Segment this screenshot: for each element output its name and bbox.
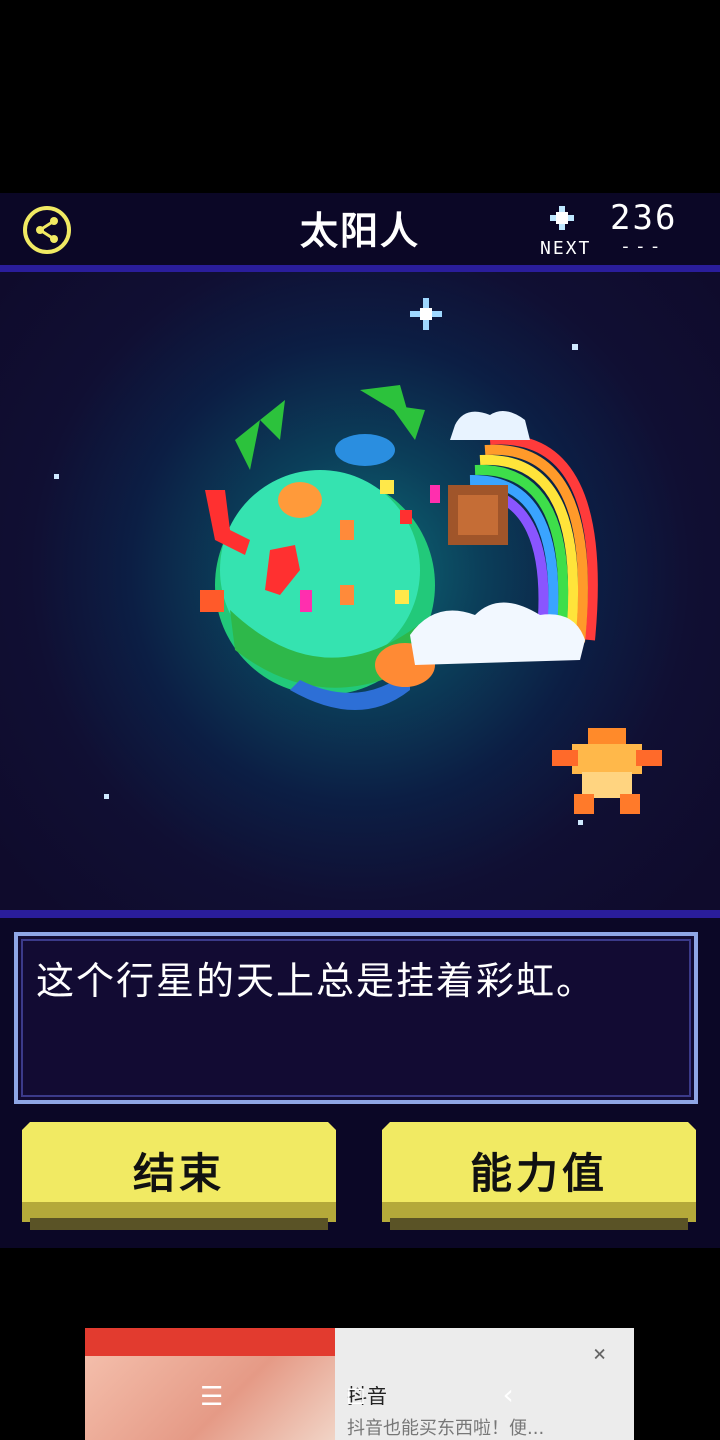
planet-illustration <box>200 385 598 710</box>
star-dot <box>572 344 578 350</box>
star-dot <box>578 820 583 825</box>
next-label: NEXT <box>540 238 592 259</box>
score-value: 236 <box>610 198 678 238</box>
ad-image-strip <box>85 1328 335 1356</box>
star-icon <box>548 204 576 232</box>
sun-person-character <box>552 728 662 814</box>
star-dot <box>54 474 59 479</box>
next-value: --- <box>620 236 665 257</box>
stats-button[interactable]: 能力值 <box>382 1122 696 1234</box>
dialog-text: 这个行星的天上总是挂着彩虹。 <box>36 959 597 1003</box>
close-icon[interactable]: × <box>593 1342 606 1367</box>
ad-description: 抖音也能买东西啦！便... <box>347 1418 545 1439</box>
scene-divider <box>0 910 720 918</box>
menu-icon[interactable]: ☰ <box>200 1382 223 1412</box>
home-icon[interactable]: □ <box>348 1380 364 1410</box>
stats-button-label: 能力值 <box>469 1149 608 1198</box>
header-divider <box>0 265 720 272</box>
space-scene[interactable] <box>0 272 720 910</box>
end-button[interactable]: 结束 <box>22 1122 336 1234</box>
sparkle-icon <box>410 298 442 330</box>
back-icon[interactable]: ‹ <box>500 1378 517 1411</box>
end-button-label: 结束 <box>132 1149 225 1198</box>
star-dot <box>104 794 109 799</box>
